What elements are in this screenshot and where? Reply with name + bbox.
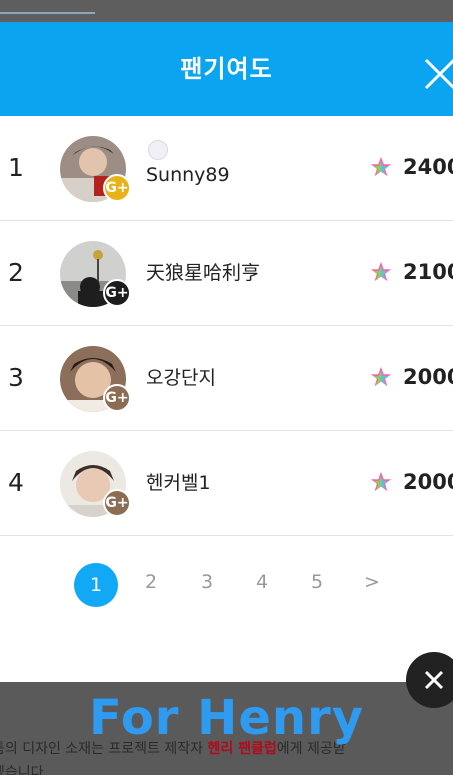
star-icon <box>370 156 392 177</box>
next-page-button[interactable]: > <box>361 562 383 602</box>
page-button-3[interactable]: 3 <box>196 562 218 602</box>
grade-badge: G+ <box>103 384 131 412</box>
background-tab-indicator <box>0 12 95 14</box>
page-button-4[interactable]: 4 <box>251 562 273 602</box>
username: 헨커벨1 <box>146 472 211 494</box>
list-item[interactable]: 1 G+ Sunny89 2400 <box>0 116 453 221</box>
score-value: 20000 <box>403 365 453 389</box>
rank-number: 3 <box>8 363 24 392</box>
star-icon <box>370 471 392 492</box>
rank-number: 1 <box>8 153 24 182</box>
score-value: 2100 <box>403 260 453 284</box>
ranking-list: 1 G+ Sunny89 2400 2 <box>0 116 453 536</box>
star-icon <box>370 366 392 387</box>
list-item[interactable]: 4 G+ 헨커벨1 20000 <box>0 431 453 536</box>
score-value: 20000 <box>403 470 453 494</box>
footer-notice-line2: 겠습니다 <box>0 765 44 775</box>
modal-header: 팬기여도 <box>0 22 453 116</box>
score-value: 2400 <box>403 155 453 179</box>
watermark-text: For Henry <box>88 690 365 746</box>
page-button-1[interactable]: 1 <box>74 563 118 607</box>
list-item[interactable]: 3 G+ 오강단지 20000 <box>0 326 453 431</box>
rank-number: 2 <box>8 258 24 287</box>
page-button-2[interactable]: 2 <box>140 562 162 602</box>
background-strip <box>0 0 453 22</box>
grade-badge: G+ <box>103 174 131 202</box>
username: 오강단지 <box>146 367 216 389</box>
star-icon <box>370 261 392 282</box>
close-icon[interactable] <box>420 54 453 94</box>
fan-mark-icon <box>148 140 168 160</box>
username: Sunny89 <box>146 164 230 186</box>
page-button-5[interactable]: 5 <box>306 562 328 602</box>
modal-title: 팬기여도 <box>180 55 273 83</box>
rank-number: 4 <box>8 468 24 497</box>
grade-badge: G+ <box>103 489 131 517</box>
list-item[interactable]: 2 G+ 天狼星哈利亨 2100 <box>0 221 453 326</box>
username: 天狼星哈利亨 <box>146 262 261 284</box>
fan-contribution-modal: 팬기여도 1 G+ Sunny89 2400 <box>0 22 453 682</box>
grade-badge: G+ <box>103 279 131 307</box>
